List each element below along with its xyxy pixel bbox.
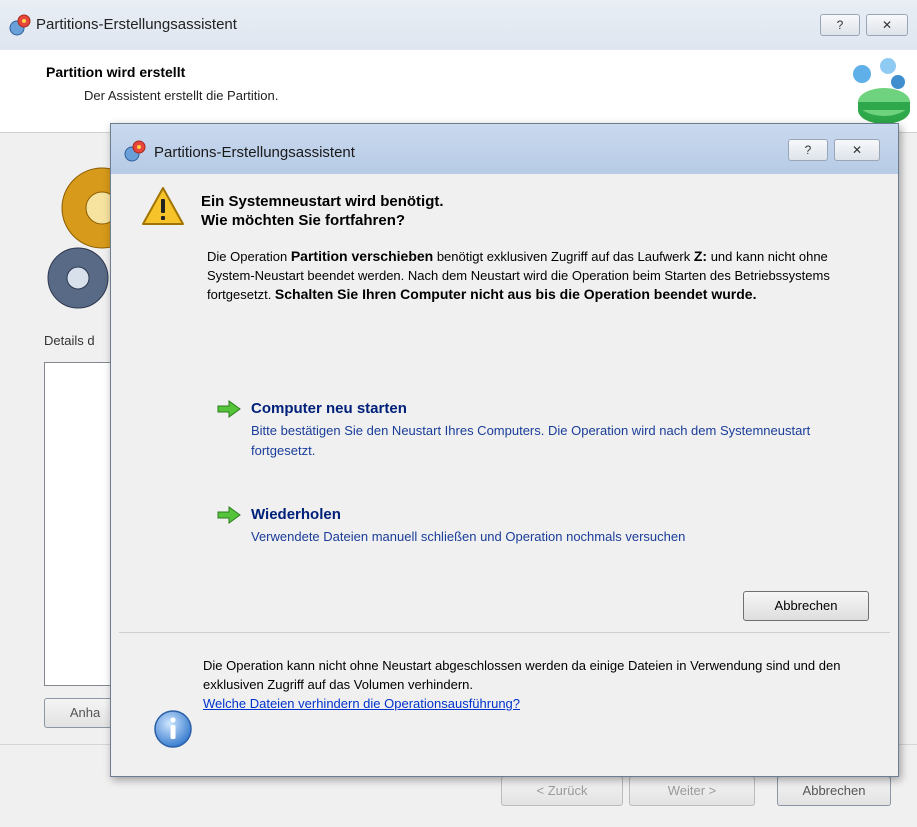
details-label: Details d (44, 333, 95, 348)
info-text-block: Die Operation kann nicht ohne Neustart a… (203, 656, 863, 713)
dialog-message: Die Operation Partition verschieben benö… (207, 247, 857, 304)
retry-command-description: Verwendete Dateien manuell schließen und… (251, 529, 686, 544)
message-warning: Schalten Sie Ihren Computer nicht aus bi… (274, 286, 757, 302)
app-icon (124, 140, 146, 162)
dialog-title: Partitions-Erstellungsassistent (154, 144, 355, 161)
background-cancel-button[interactable]: Abbrechen (777, 776, 891, 806)
dialog-close-button[interactable]: ✕ (834, 139, 880, 161)
next-button[interactable]: Weiter > (629, 776, 755, 806)
arrow-right-icon (217, 400, 241, 418)
warning-icon (142, 187, 184, 225)
message-text-1: Die Operation (207, 249, 291, 264)
dialog-body: Ein Systemneustart wird benötigt. Wie mö… (119, 174, 890, 768)
wizard-graphic-icon (853, 58, 910, 124)
blocking-files-link[interactable]: Welche Dateien verhindern die Operations… (203, 694, 863, 713)
background-header-subtitle: Der Assistent erstellt die Partition. (84, 88, 279, 103)
retry-command-title: Wiederholen (251, 506, 341, 523)
arrow-right-icon (217, 506, 241, 524)
message-drive-letter: Z: (693, 248, 708, 264)
back-button[interactable]: < Zurück (501, 776, 623, 806)
heading-line-2: Wie möchten Sie fortfahren? (201, 212, 406, 229)
help-button[interactable]: ? (820, 14, 860, 36)
restart-command-title: Computer neu starten (251, 400, 407, 417)
background-titlebar[interactable]: Partitions-Erstellungsassistent ? ✕ (0, 0, 917, 50)
info-text: Die Operation kann nicht ohne Neustart a… (203, 658, 841, 692)
dialog-separator (119, 632, 890, 633)
message-operation-name: Partition verschieben (290, 248, 434, 264)
dialog-heading: Ein Systemneustart wird benötigt. Wie mö… (201, 192, 444, 230)
restart-command-description: Bitte bestätigen Sie den Neustart Ihres … (251, 423, 811, 458)
close-button[interactable]: ✕ (866, 14, 908, 36)
background-header-title: Partition wird erstellt (46, 64, 186, 80)
dialog-cancel-button[interactable]: Abbrechen (743, 591, 869, 621)
background-window-title: Partitions-Erstellungsassistent (36, 16, 237, 33)
dialog-titlebar[interactable]: Partitions-Erstellungsassistent ? ✕ (111, 124, 898, 174)
dialog-help-button[interactable]: ? (788, 139, 828, 161)
restart-required-dialog: Partitions-Erstellungsassistent ? ✕ Ein … (110, 123, 899, 777)
app-icon (9, 14, 31, 36)
info-icon (154, 710, 192, 748)
heading-line-1: Ein Systemneustart wird benötigt. (201, 193, 444, 210)
message-text-2: benötigt exklusiven Zugriff auf das Lauf… (433, 249, 694, 264)
